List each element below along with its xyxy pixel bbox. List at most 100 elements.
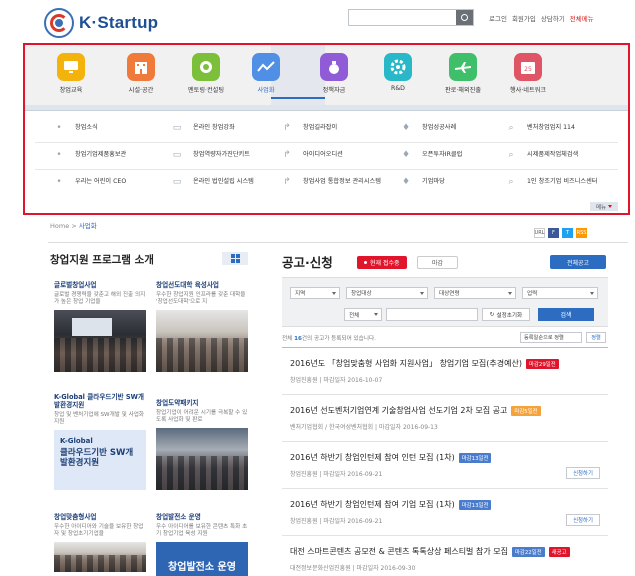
money-bag-icon [320,53,348,81]
notice-title[interactable]: 2016년 선도벤처기업연계 기술창업사업 선도기업 2차 모집 공고 마감5일전 [290,405,541,416]
top-links: 로그인 회원가입 상담하기 전체메뉴 [489,13,594,23]
category-2[interactable]: 시설·공간 [109,53,173,94]
reset-filter-button[interactable]: ↻ 설정초기화 [482,308,530,321]
svg-text:25: 25 [524,66,532,73]
keyword-input[interactable] [386,308,478,321]
notice-title[interactable]: 2016년도 「창업맞춤형 사업화 지원사업」 창업기업 모집(추경예산) 마감2… [290,358,559,369]
submenu-item[interactable]: ↱ 창업사업 통합정보 관리시스템 [281,169,381,195]
notice-search-button[interactable]: 검색 [538,308,594,321]
program-desc: 창업 및 벤처기업에 SW개발 및 사업화 지원 [54,411,145,425]
signup-link[interactable]: 회원가입 [512,13,536,23]
search-input[interactable] [348,9,474,26]
program-card[interactable]: 글로벌창업사업 글로벌 경쟁력을 갖춘고 해외 진출 의지가 높은 창업 기업을 [54,281,146,372]
sort-select[interactable]: 등록일순으로 정렬 [520,332,582,343]
program-photo [156,427,248,490]
submenu-item-label: 우리는 어린이 CEO [75,178,127,186]
twitter-icon[interactable]: T [562,228,573,238]
notice-title[interactable]: 2016년 하반기 창업인턴제 참여 기업 모집 (1차) 마감13일전 [290,499,492,510]
logo-mark-icon [44,8,74,38]
submenu-item[interactable]: ♦ 오픈투자IR클럽 [400,142,462,168]
keyword-type-select[interactable]: 전체 [344,308,382,321]
notice-item[interactable]: 2016년도 「창업맞춤형 사업화 지원사업」 창업기업 모집(추경예산) 마감2… [282,348,608,395]
consult-link[interactable]: 상담하기 [541,13,565,23]
submenu-item-icon: ♦ [401,123,411,133]
search-icon[interactable] [456,10,473,25]
notice-title[interactable]: 대전 스마트콘텐츠 공모전 & 콘텐츠 톡톡상상 페스티벌 참가 모집 마감22일… [290,546,570,557]
result-count: 전체 16건의 공고가 등록되어 있습니다. [282,336,376,342]
category-6[interactable]: R&D [366,53,430,92]
category-7[interactable]: 판로·해외진출 [431,53,495,94]
submenu-item[interactable]: • 창업소식 [53,115,97,141]
submenu-more-button[interactable]: 메뉴 [590,202,618,211]
submenu-item-icon: ▭ [172,177,182,187]
logo-text: K·Startup [79,13,159,32]
program-name: 창업선도대학 육성사업 [156,281,219,289]
submenu-item[interactable]: ▭ 온라인 법인설립 시스템 [171,169,254,195]
breadcrumb-home[interactable]: Home [50,222,69,230]
category-5[interactable]: 정책자금 [302,53,366,94]
submenu-item-label: 기업마당 [422,178,445,186]
tab-closed-notices[interactable]: 마감 [417,256,459,269]
program-card[interactable]: 창업발전소 운영 우수 아이디어를 보유한 콘텐츠 특화 초기 창업기업 육성 … [156,513,248,576]
notice-meta: 창업진흥원 | 마감일자 2016-10-07 [290,377,383,384]
all-notices-button[interactable]: 전체공고 [550,255,606,269]
submenu-item[interactable]: • 우리는 어린이 CEO [53,169,126,195]
category-label: 정책자금 [322,87,346,94]
notice-item[interactable]: 대전 스마트콘텐츠 공모전 & 콘텐츠 톡톡상상 페스티벌 참가 모집 마감22일… [282,536,608,576]
program-name: K-Global 클라우드기반 SW개발환경지원 [54,393,144,409]
program-desc: 창업기업이 어려운 시기를 극복할 수 있도록 사업화 및 판로 [156,409,248,423]
startup-plant-banner: 창업발전소 운영 [156,541,248,576]
sort-button[interactable]: 정렬 [586,332,606,343]
target-select[interactable]: 창업대상 [346,287,428,299]
notice-item[interactable]: 2016년 하반기 창업인턴제 참여 인턴 모집 (1차) 마감13일전 창업진흥원… [282,442,608,489]
program-desc: 우수한 창업지원 인프라를 갖춘 대학을 '창업선도대학'으로 지 [156,291,246,305]
facebook-icon[interactable]: F [548,228,559,238]
calendar-icon: 25 [514,53,542,81]
program-card[interactable]: 창업맞춤형사업 우수한 아이디어와 기술을 보유한 창업자 및 창업초기기업을 [54,513,146,572]
program-card[interactable]: K-Global 클라우드기반 SW개발환경지원 창업 및 벤처기업에 SW개발… [54,393,146,490]
url-share-icon[interactable]: URL [534,228,545,238]
category-4[interactable]: 사업화 [234,53,298,94]
apply-button[interactable]: 신청하기 [566,467,600,479]
category-8[interactable]: 25 행사·네트워크 [496,53,560,94]
notice-section-title: 공고·신청 [282,255,333,270]
program-card[interactable]: 창업도약패키지 창업기업이 어려운 시기를 극복할 수 있도록 사업화 및 판로 [156,399,248,490]
category-1[interactable]: 창업교육 [39,53,103,94]
program-section: 창업지원 프로그램 소개 글로벌창업사업 글로벌 경쟁력을 갖춘고 해외 진출 … [50,250,264,576]
submenu-item[interactable]: • 창업기업제품홍보관 [53,142,126,168]
grid-view-icon[interactable] [222,252,248,265]
notice-item[interactable]: 2016년 선도벤처기업연계 기술창업사업 선도기업 2차 모집 공고 마감5일전… [282,395,608,442]
age-select[interactable]: 대상연령 [434,287,516,299]
caret-down-icon [608,205,613,208]
rss-icon[interactable]: RSS [576,228,587,238]
program-card[interactable]: 창업선도대학 육성사업 우수한 창업지원 인프라를 갖춘 대학을 '창업선도대학… [156,281,248,372]
business-years-select[interactable]: 업력 [522,287,598,299]
site-logo[interactable]: K·Startup [44,8,158,38]
category-3[interactable]: 멘토링·컨설팅 [174,53,238,94]
all-menu-link[interactable]: 전체메뉴 [570,13,594,23]
submenu-item-label: 창업역량자가진단키트 [193,151,250,159]
submenu-item[interactable]: ↱ 창업길라잡이 [281,115,337,141]
notice-title[interactable]: 2016년 하반기 창업인턴제 참여 인턴 모집 (1차) 마감13일전 [290,452,492,463]
submenu-item-icon: ↱ [283,177,291,187]
submenu-item[interactable]: ⌕ 1인 창조기업 비즈니스센터 [505,169,597,195]
submenu-item[interactable]: ♦ 기업마당 [400,169,445,195]
monitor-icon [57,53,85,81]
building-icon [127,53,155,81]
submenu-item[interactable]: ▭ 온라인 창업강좌 [171,115,235,141]
category-label: 멘토링·컨설팅 [187,87,225,94]
notice-item[interactable]: 2016년 하반기 창업인턴제 참여 기업 모집 (1차) 마감13일전 창업진흥원… [282,489,608,536]
submenu-item-icon: • [56,150,62,160]
submenu-item[interactable]: ▭ 창업역량자가진단키트 [171,142,250,168]
submenu-item[interactable]: ↱ 아이디어오디션 [281,142,343,168]
login-link[interactable]: 로그인 [489,13,507,23]
submenu-item[interactable]: ⌕ 시제품제작업체검색 [505,142,578,168]
apply-button[interactable]: 신청하기 [566,514,600,526]
submenu-item[interactable]: ⌕ 벤처창업업지 114 [505,115,574,141]
submenu-item-icon: ↱ [283,123,291,133]
region-select[interactable]: 지역 [290,287,340,299]
program-photo [54,541,146,572]
submenu-item-label: 창업기업제품홍보관 [75,151,127,159]
submenu-item[interactable]: ♦ 창업성공사례 [400,115,456,141]
tab-open-notices[interactable]: 현재 접수중 [357,256,407,269]
